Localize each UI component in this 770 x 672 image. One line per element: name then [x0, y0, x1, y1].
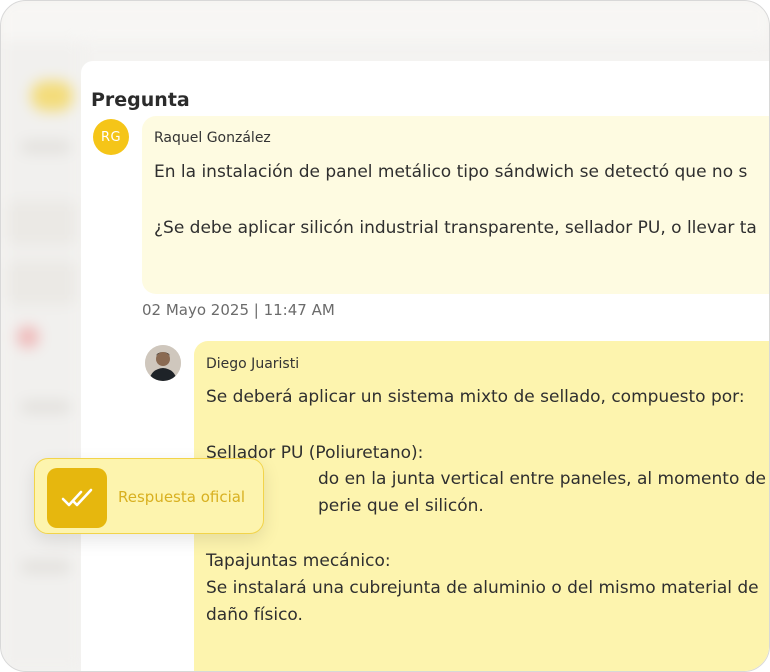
bg-nav-item	[21, 141, 71, 153]
user-photo-icon	[145, 345, 181, 381]
badge-label: Respuesta oficial	[118, 488, 246, 506]
question-panel: Pregunta RG Raquel González En la instal…	[81, 61, 770, 671]
bg-nav-highlight	[31, 81, 73, 111]
bg-topbar	[1, 1, 769, 41]
question-text-line: En la instalación de panel metálico tipo…	[154, 162, 748, 182]
question-text-line: ¿Se debe aplicar silicón industrial tran…	[154, 218, 757, 238]
answer-text-line: Se deberá aplicar un sistema mixto de se…	[206, 387, 745, 407]
avatar: RG	[93, 119, 129, 155]
answer-bubble: Diego Juaristi Se deberá aplicar un sist…	[194, 341, 770, 671]
bg-nav-item	[21, 401, 71, 413]
bg-status-dot	[17, 326, 39, 348]
answer-text-line: Se instalará una cubrejunta de aluminio …	[206, 578, 759, 598]
question-timestamp: 02 Mayo 2025 | 11:47 AM	[142, 301, 335, 319]
avatar	[145, 345, 181, 381]
answer-author: Diego Juaristi	[206, 356, 300, 372]
page-title: Pregunta	[91, 89, 190, 111]
app-window: Pregunta RG Raquel González En la instal…	[0, 0, 770, 672]
question-bubble: Raquel González En la instalación de pan…	[142, 116, 769, 294]
official-answer-badge: Respuesta oficial	[34, 458, 264, 534]
bg-nav-block	[7, 201, 77, 245]
answer-text-line: do en la junta vertical entre paneles, a…	[318, 469, 770, 489]
question-author: Raquel González	[154, 130, 271, 146]
answer-text-line: Tapajuntas mecánico:	[206, 551, 391, 571]
bg-nav-item	[21, 561, 71, 573]
bg-nav-block	[7, 261, 77, 305]
bg-sidebar	[1, 41, 81, 671]
answer-text-line: daño físico.	[206, 605, 303, 625]
answer-text-line: perie que el silicón.	[318, 496, 484, 516]
double-check-icon	[47, 468, 107, 528]
